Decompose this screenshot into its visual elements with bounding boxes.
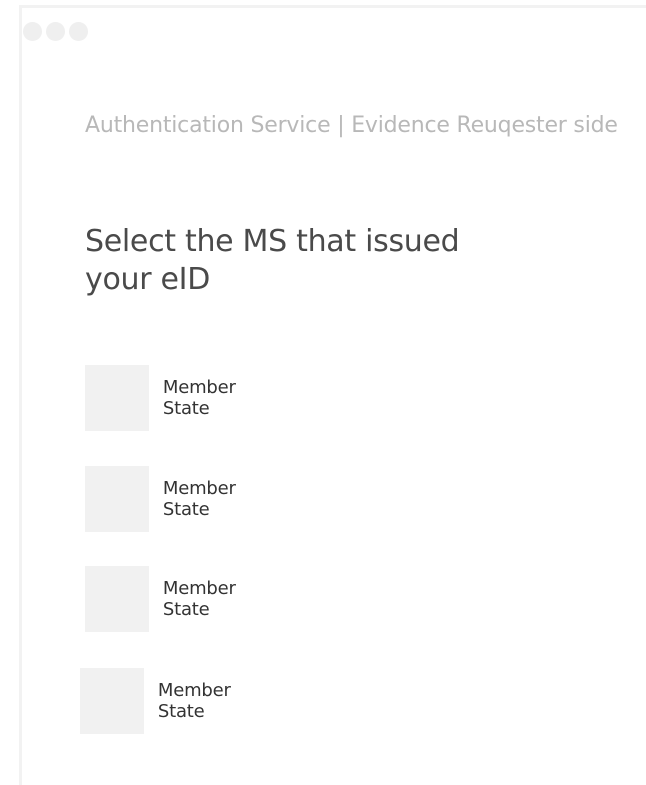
flag-placeholder-icon: [80, 668, 144, 734]
member-state-option[interactable]: Member State: [80, 668, 252, 734]
member-state-option[interactable]: Member State: [85, 566, 257, 632]
window-dot-icon[interactable]: [23, 22, 42, 41]
window-controls: [23, 22, 88, 41]
window-dot-icon[interactable]: [46, 22, 65, 41]
flag-placeholder-icon: [85, 566, 149, 632]
member-state-label: Member State: [162, 478, 236, 520]
member-state-option[interactable]: Member State: [85, 365, 257, 431]
flag-placeholder-icon: [85, 466, 149, 532]
member-state-label: Member State: [157, 680, 231, 722]
member-state-label: Member State: [162, 377, 236, 419]
member-state-label: Member State: [162, 578, 236, 620]
window-dot-icon[interactable]: [69, 22, 88, 41]
service-subtitle: Authentication Service | Evidence Reuqes…: [85, 113, 618, 138]
flag-placeholder-icon: [85, 365, 149, 431]
member-state-option[interactable]: Member State: [85, 466, 257, 532]
page-title: Select the MS that issued your eID: [85, 224, 460, 297]
